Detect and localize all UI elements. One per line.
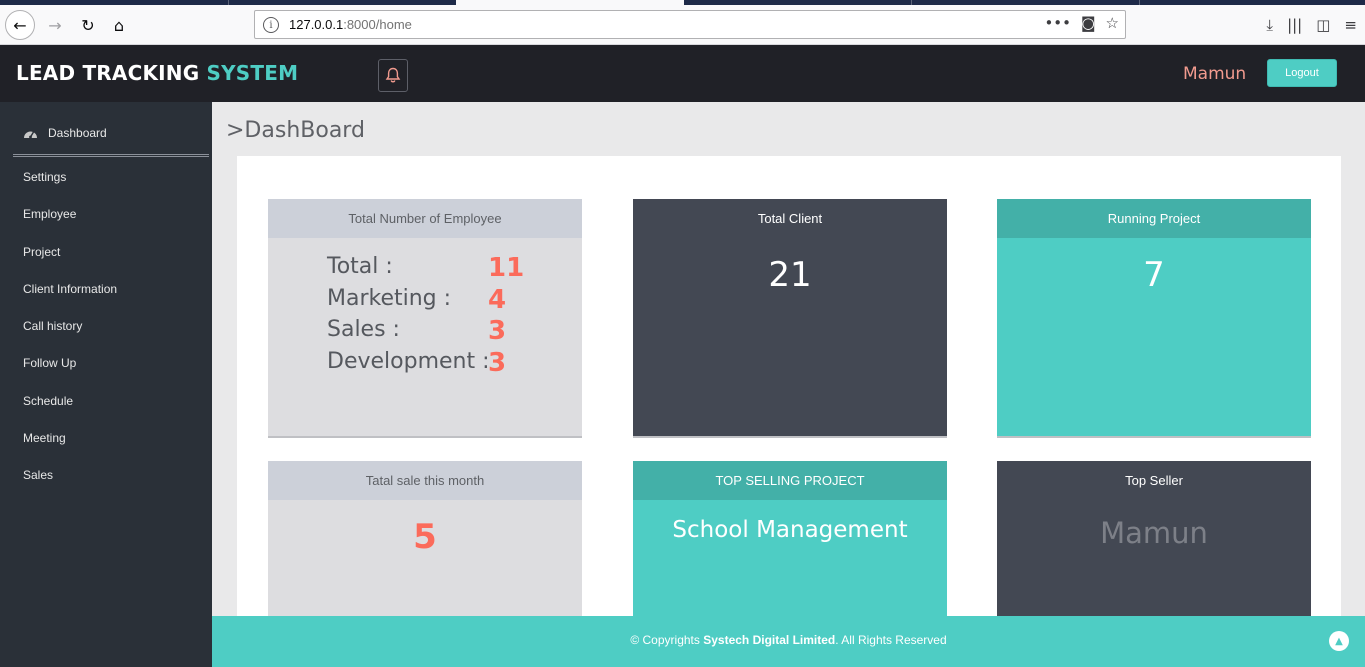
top-selling-project-card: TOP SELLING PROJECT School Management [633,461,947,626]
total-client-value: 21 [768,255,812,295]
copyright-text: © Copyrights Systech Digital Limited. Al… [630,633,947,647]
sidebar-item-client-information[interactable]: Client Information [23,280,117,317]
card-title: Total Number of Employee [268,199,582,238]
sidebar-item-follow-up[interactable]: Follow Up [23,354,117,391]
sidebar-item-dashboard[interactable]: Dashboard [23,126,107,140]
notifications-button[interactable] [378,59,408,92]
sidebar-item-label: Dashboard [48,126,107,140]
logout-button[interactable]: Logout [1267,59,1337,87]
footer: © Copyrights Systech Digital Limited. Al… [212,616,1365,667]
top-selling-project-value: School Management [672,517,908,543]
sidebar-item-meeting[interactable]: Meeting [23,429,117,466]
forward-icon[interactable]: → [40,10,70,40]
scroll-top-button[interactable]: ▲ [1329,631,1349,651]
stat-value: 3 [488,316,507,346]
back-icon[interactable]: ← [5,10,35,40]
page-title: >DashBoard [226,118,365,143]
url-bar[interactable]: i 127.0.0.1:8000/home ••• ◙ ☆ [254,10,1126,39]
dashboard-icon [24,131,37,139]
stat-value: 11 [488,253,525,283]
card-title: Running Project [997,199,1311,238]
active-tab[interactable] [456,0,684,5]
bell-icon [385,67,401,83]
sidebar: Dashboard Settings Employee Project Clie… [0,102,212,667]
sidebar-toggle-icon[interactable]: ◫ [1316,16,1330,34]
bookmark-star-icon[interactable]: ☆ [1106,14,1119,32]
sidebar-item-sales[interactable]: Sales [23,466,117,503]
card-title: TOP SELLING PROJECT [633,461,947,500]
app-header: LEAD TRACKING SYSTEM Mamun Logout [0,45,1365,102]
url-text[interactable]: 127.0.0.1:8000/home [289,17,412,32]
total-client-card: Total Client 21 [633,199,947,438]
card-title: Top Seller [997,461,1311,500]
stat-row: Total : 11 [327,253,567,286]
sidebar-menu: Settings Employee Project Client Informa… [23,168,117,504]
dashboard-panel: Total Number of Employee Total : 11 Mark… [237,156,1341,626]
stat-row: Sales : 3 [327,316,567,349]
stat-row: Marketing : 4 [327,284,567,318]
employee-stats: Total : 11 Marketing : 4 Sales : 3 Devel… [327,253,567,381]
stat-row: Development : 3 [327,347,567,381]
monthly-sale-value: 5 [413,517,437,557]
sidebar-item-settings[interactable]: Settings [23,168,117,205]
card-title: Total Client [633,199,947,238]
more-actions-icon[interactable]: ••• [1044,14,1071,32]
stat-label: Total : [327,254,393,279]
chevron-up-icon: ▲ [1335,635,1343,647]
employee-count-card: Total Number of Employee Total : 11 Mark… [268,199,582,438]
stat-value: 3 [488,347,507,378]
stat-value: 4 [488,284,507,315]
sidebar-item-employee[interactable]: Employee [23,205,117,242]
username[interactable]: Mamun [1183,64,1246,84]
menu-icon[interactable]: ≡ [1344,16,1357,34]
top-seller-card: Top Seller Mamun [997,461,1311,626]
running-project-value: 7 [1143,255,1165,295]
sidebar-item-project[interactable]: Project [23,243,117,280]
running-project-card: Running Project 7 [997,199,1311,438]
stat-label: Sales : [327,317,400,342]
brand-logo[interactable]: LEAD TRACKING SYSTEM [16,61,298,85]
home-icon[interactable]: ⌂ [104,10,134,40]
reload-icon[interactable]: ↻ [73,10,103,40]
pocket-icon[interactable]: ◙ [1081,14,1096,32]
sidebar-item-schedule[interactable]: Schedule [23,392,117,429]
library-icon[interactable]: ||| [1287,16,1302,34]
tab-strip [0,0,1365,5]
site-info-icon[interactable]: i [263,17,279,33]
stat-label: Development : [327,348,490,374]
stat-label: Marketing : [327,285,452,311]
top-seller-value: Mamun [1100,516,1208,550]
download-icon[interactable]: ⤓ [1266,16,1273,34]
browser-toolbar: ← → ↻ ⌂ i 127.0.0.1:8000/home ••• ◙ ☆ ⤓ … [0,0,1365,45]
monthly-sale-card: Tatal sale this month 5 [268,461,582,626]
sidebar-divider [13,154,209,157]
card-title: Tatal sale this month [268,461,582,500]
sidebar-item-call-history[interactable]: Call history [23,317,117,354]
